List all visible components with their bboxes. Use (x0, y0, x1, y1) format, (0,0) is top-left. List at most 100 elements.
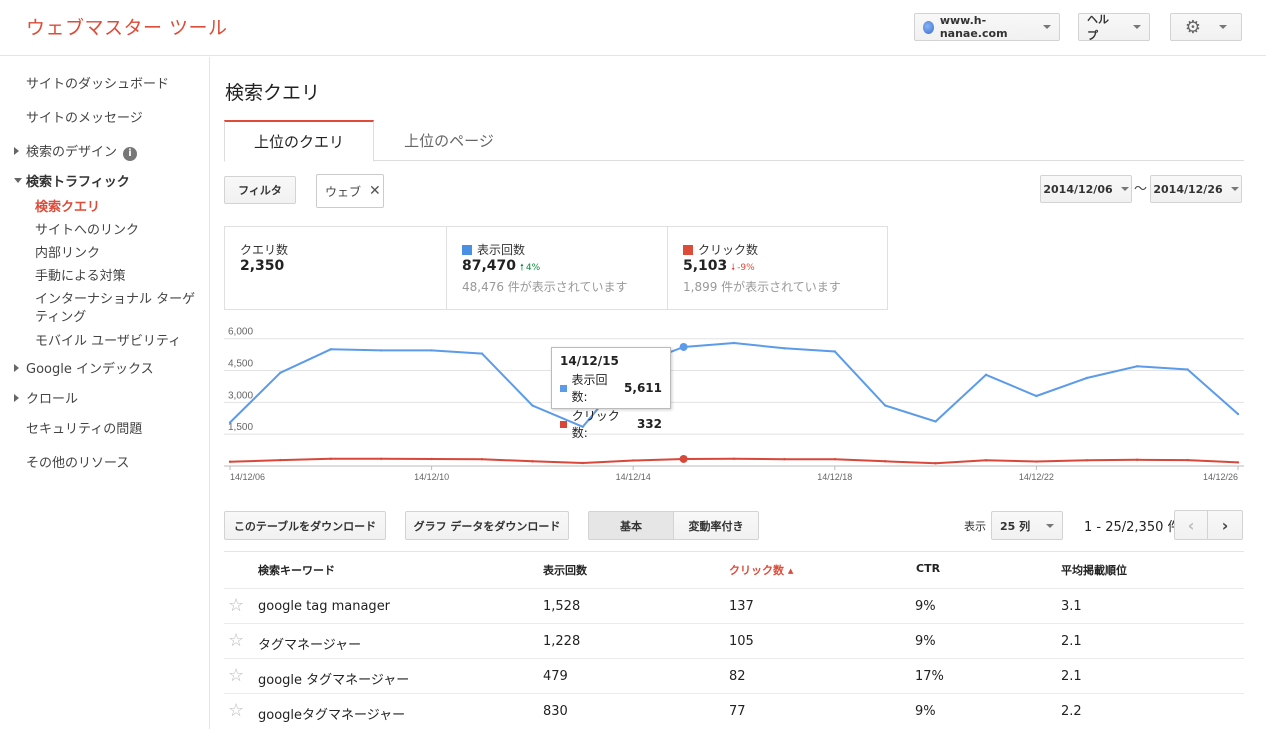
star-icon[interactable]: ☆ (228, 595, 244, 616)
impressions-swatch (560, 384, 567, 392)
sidebar-item-search-appearance[interactable]: 検索のデザイン i (26, 141, 138, 161)
data-point-impressions[interactable] (380, 349, 383, 352)
site-selector[interactable]: www.h-nanae.com (914, 13, 1060, 41)
data-point-clicks[interactable] (380, 457, 383, 460)
data-point-clicks[interactable] (480, 458, 484, 461)
data-point-impressions[interactable] (1136, 365, 1139, 368)
data-point-clicks[interactable] (1136, 458, 1139, 462)
stat-clicks-label: クリック数 (698, 243, 759, 257)
filter-button[interactable]: フィルタ (224, 176, 296, 204)
date-from-picker[interactable]: 2014/12/06 (1040, 175, 1132, 203)
star-icon[interactable]: ☆ (228, 700, 244, 721)
data-point-clicks[interactable] (632, 459, 635, 462)
data-point-impressions[interactable] (279, 371, 282, 374)
data-point-impressions[interactable] (1236, 412, 1240, 416)
settings-button[interactable]: ⚙ (1170, 13, 1242, 41)
data-point-impressions[interactable] (984, 373, 988, 376)
column-header-clicks[interactable]: クリック数 ▴ (729, 562, 793, 578)
data-point-clicks[interactable] (1186, 458, 1189, 462)
download-table-button[interactable]: このテーブルをダウンロード (224, 511, 386, 540)
next-page-button[interactable]: › (1207, 510, 1243, 540)
stat-impressions[interactable]: 表示回数 87,470 🠕 4% 48,476 件が表示されています (446, 227, 667, 309)
sidebar-subitem-internal-links[interactable]: 内部リンク (35, 242, 100, 261)
expand-arrow-icon[interactable] (14, 364, 19, 372)
data-point-clicks[interactable] (531, 460, 534, 463)
data-point-impressions[interactable] (732, 341, 736, 345)
sidebar-subitem-international-targeting-cont[interactable]: ティング (35, 306, 86, 325)
app-title[interactable]: ウェブマスター ツール (26, 13, 228, 40)
column-header-avg-position[interactable]: 平均掲載順位 (1061, 562, 1127, 578)
data-point-impressions[interactable] (228, 421, 232, 424)
data-point-clicks[interactable] (1236, 461, 1240, 464)
data-point-clicks[interactable] (430, 457, 433, 461)
sidebar-item-dashboard[interactable]: サイトのダッシュボード (26, 73, 169, 92)
column-header-keyword[interactable]: 検索キーワード (258, 562, 335, 578)
data-point-impressions[interactable] (1035, 394, 1038, 398)
expand-arrow-icon[interactable] (14, 147, 19, 155)
sidebar-subitem-links[interactable]: サイトへのリンク (35, 219, 139, 238)
data-point-impressions[interactable] (480, 352, 484, 355)
sidebar-subitem-international-targeting[interactable]: インターナショナル ターゲ (35, 288, 195, 307)
data-point-clicks[interactable] (228, 460, 232, 463)
data-point-impressions[interactable] (430, 349, 433, 352)
view-basic-button[interactable]: 基本 (588, 511, 674, 540)
line-chart[interactable]: 6,000 4,500 3,000 1,500 14/12/06 14/12/10 14/1… (224, 322, 1244, 486)
sidebar-subitem-mobile-usability[interactable]: モバイル ユーザビリティ (35, 330, 181, 349)
data-point-clicks[interactable] (732, 457, 736, 460)
sidebar-subitem-manual-actions[interactable]: 手動による対策 (35, 265, 126, 284)
tooltip-impressions-label: 表示回数: (571, 373, 608, 404)
data-point-impressions[interactable] (833, 350, 836, 353)
column-header-ctr[interactable]: CTR (916, 562, 940, 575)
help-button[interactable]: ヘルプ (1078, 13, 1150, 42)
data-point-impressions[interactable] (531, 404, 534, 407)
view-with-change-button[interactable]: 変動率付き (673, 511, 759, 540)
prev-page-button[interactable]: ‹ (1174, 510, 1208, 540)
data-point-impressions[interactable] (884, 404, 887, 407)
cell-keyword[interactable]: google tag manager (258, 599, 390, 614)
data-point-clicks[interactable] (934, 462, 937, 465)
expand-arrow-icon[interactable] (14, 394, 19, 402)
data-point-clicks[interactable] (783, 458, 786, 461)
data-point-clicks[interactable] (329, 457, 332, 460)
sidebar-subitem-search-queries[interactable]: 検索クエリ (35, 196, 100, 215)
series-line-impressions[interactable] (229, 341, 1239, 429)
highlight-point-impressions[interactable] (679, 342, 688, 351)
sidebar-item-messages[interactable]: サイトのメッセージ (26, 107, 143, 126)
star-icon[interactable]: ☆ (228, 630, 244, 651)
cell-keyword[interactable]: googleタグマネージャー (258, 704, 405, 723)
sidebar-item-search-traffic[interactable]: 検索トラフィック (26, 171, 130, 190)
data-point-impressions[interactable] (1186, 368, 1189, 371)
sidebar-item-other-resources[interactable]: その他のリソース (26, 452, 129, 471)
data-point-impressions[interactable] (934, 420, 937, 423)
stat-clicks[interactable]: クリック数 5,103 🠗 -9% 1,899 件が表示されています (667, 227, 888, 309)
sidebar-item-crawl[interactable]: クロール (26, 388, 78, 407)
tab-top-pages[interactable]: 上位のページ (384, 120, 514, 161)
data-point-clicks[interactable] (984, 459, 988, 462)
data-point-clicks[interactable] (1035, 460, 1038, 463)
column-header-impressions[interactable]: 表示回数 (543, 562, 587, 578)
data-point-impressions[interactable] (1085, 376, 1088, 380)
data-point-clicks[interactable] (279, 458, 282, 462)
data-point-clicks[interactable] (833, 458, 836, 461)
date-to-picker[interactable]: 2014/12/26 (1150, 175, 1242, 203)
data-point-clicks[interactable] (884, 460, 887, 463)
star-icon[interactable]: ☆ (228, 665, 244, 686)
data-point-impressions[interactable] (783, 347, 786, 350)
collapse-arrow-icon[interactable] (14, 178, 22, 183)
sidebar-item-security[interactable]: セキュリティの問題 (26, 418, 142, 437)
cell-keyword[interactable]: google タグマネージャー (258, 669, 409, 688)
highlight-point-clicks[interactable] (679, 454, 688, 463)
download-graph-button[interactable]: グラフ データをダウンロード (405, 511, 569, 540)
cell-keyword[interactable]: タグマネージャー (258, 634, 361, 653)
rows-per-page-select[interactable]: 25 列 (991, 511, 1063, 540)
rows-per-page-value: 25 列 (1000, 519, 1031, 533)
filter-chip[interactable]: ウェブ ✕ (316, 174, 384, 208)
x-tick-label: 14/12/26 (1203, 472, 1238, 482)
info-icon[interactable]: i (123, 147, 138, 161)
data-point-clicks[interactable] (1085, 459, 1088, 462)
data-point-impressions[interactable] (329, 348, 332, 351)
sidebar-item-google-index[interactable]: Google インデックス (26, 358, 154, 377)
tab-top-queries[interactable]: 上位のクエリ (224, 120, 374, 162)
data-point-clicks[interactable] (581, 461, 584, 465)
close-icon[interactable]: ✕ (369, 183, 381, 199)
